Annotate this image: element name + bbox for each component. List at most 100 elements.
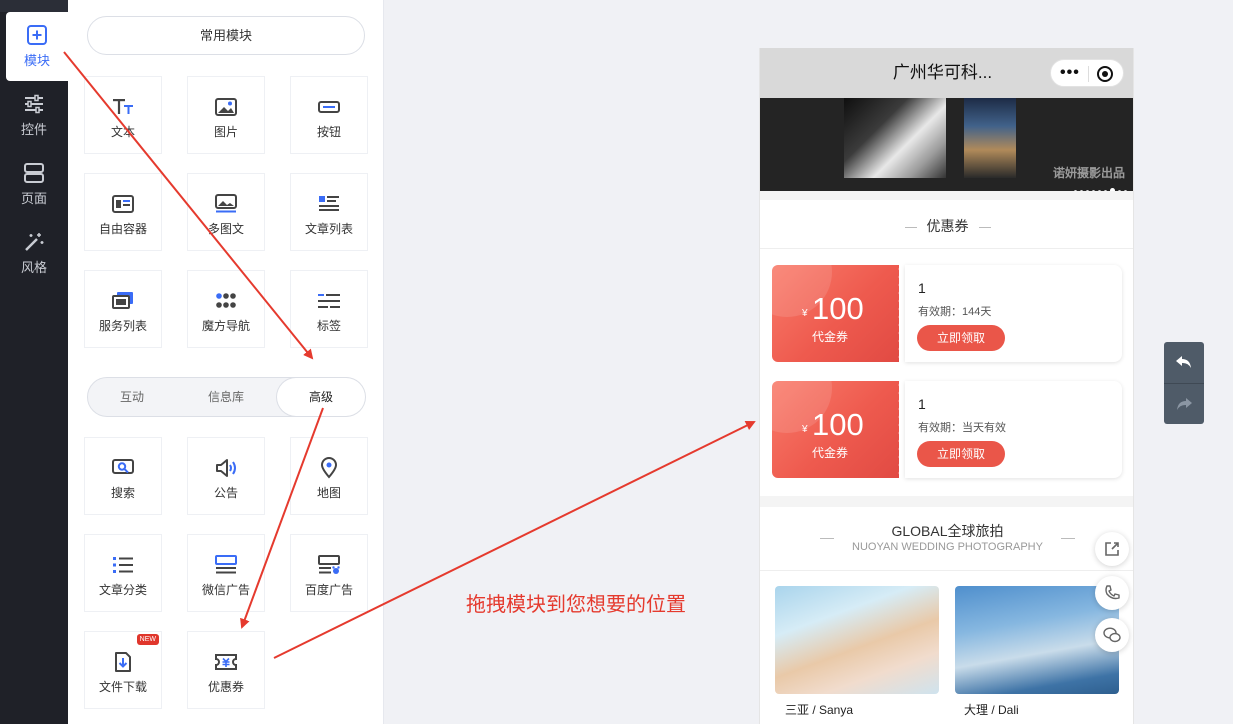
gallery-section: GLOBAL全球旅拍 NUOYAN WEDDING PHOTOGRAPHY 三亚… [760, 507, 1133, 724]
divider [760, 570, 1133, 571]
grid-nav-icon [216, 293, 236, 308]
coupon-validity: 有效期：144天 [918, 306, 992, 318]
sidebar-item-pages[interactable]: 页面 [0, 150, 68, 219]
article-list-icon [319, 196, 339, 211]
common-modules-button[interactable]: 常用模块 [87, 16, 365, 55]
phone-call-button[interactable] [1095, 576, 1129, 610]
sidebar-item-controls[interactable]: 控件 [0, 81, 68, 150]
carousel-dots [1071, 180, 1127, 191]
module-label: 魔方导航 [201, 319, 250, 333]
module-wechat-ad[interactable]: 微信广告 [187, 534, 265, 612]
undo-icon [1176, 356, 1191, 368]
coupon-section: 优惠券 ¥ 100 代金券 1 有效期：144天 立即领取 ¥ 100 代金券 … [760, 200, 1133, 496]
text-icon [113, 99, 133, 114]
wechat-ad-icon [215, 555, 237, 574]
coupon-section-title: 优惠券 [760, 216, 1133, 236]
module-tag[interactable]: 标签 [290, 270, 368, 348]
coupon-amount: 100 [812, 291, 864, 326]
module-panel: 常用模块 文本 图片 按钮 自由容器 多图文 文章列表 服务列表 魔方导航 标签… [68, 0, 384, 724]
module-file-download[interactable]: NEW 文件下载 [84, 631, 162, 709]
module-label: 文章分类 [98, 583, 147, 597]
module-label: 优惠券 [207, 680, 244, 694]
redo-button[interactable] [1164, 384, 1204, 425]
banner-carousel[interactable]: 诺妍摄影出品 [760, 98, 1133, 191]
module-image[interactable]: 图片 [187, 76, 265, 154]
coupon-info-panel: 1 有效期：144天 立即领取 [905, 265, 1122, 362]
claim-coupon-button[interactable]: 立即领取 [917, 325, 1005, 351]
coupon-info-panel: 1 有效期：当天有效 立即领取 [905, 381, 1122, 478]
sidebar-item-label: 模块 [23, 53, 50, 68]
gallery-caption: 三亚 / Sanya [785, 703, 854, 717]
sidebar-item-modules[interactable]: 模块 [6, 12, 68, 81]
module-label: 百度广告 [304, 583, 353, 597]
currency-symbol: ¥ [802, 424, 808, 435]
wechat-button[interactable] [1095, 618, 1129, 652]
container-icon [112, 195, 134, 213]
divider [760, 248, 1133, 249]
module-announcement[interactable]: 公告 [187, 437, 265, 515]
phone-header: 广州华可科... ••• [760, 48, 1133, 98]
gallery-photo-dali[interactable] [955, 586, 1119, 694]
module-free-container[interactable]: 自由容器 [84, 173, 162, 251]
phone-preview: 广州华可科... ••• 诺妍摄影出品 优惠券 ¥ 100 代金券 1 有效期：… [759, 48, 1134, 724]
magic-wand-icon [25, 233, 44, 251]
module-article-list[interactable]: 文章列表 [290, 173, 368, 251]
tab-advanced[interactable]: 高级 [277, 378, 365, 416]
undo-button[interactable] [1164, 342, 1204, 383]
module-label: 文本 [110, 125, 135, 139]
module-label: 服务列表 [98, 319, 147, 333]
module-text[interactable]: 文本 [84, 76, 162, 154]
module-baidu-ad[interactable]: 百度广告 [290, 534, 368, 612]
currency-symbol: ¥ [802, 308, 808, 319]
tab-interactive[interactable]: 互动 [88, 378, 176, 416]
share-button[interactable] [1095, 532, 1129, 566]
announcement-icon [216, 459, 236, 477]
coupon-amount: 100 [812, 407, 864, 442]
phone-icon [1105, 585, 1120, 600]
search-icon [112, 459, 134, 474]
module-category-tabs: 互动 信息库 高级 [87, 377, 365, 417]
module-service-list[interactable]: 服务列表 [84, 270, 162, 348]
rail-top-strip [0, 0, 68, 12]
file-download-icon [115, 652, 131, 672]
module-label: 自由容器 [98, 222, 147, 236]
more-icon[interactable]: ••• [1060, 64, 1080, 82]
coupon-type: 代金券 [812, 446, 849, 460]
module-grid-nav[interactable]: 魔方导航 [187, 270, 265, 348]
module-label: 搜索 [110, 486, 135, 500]
map-pin-icon [320, 457, 338, 479]
tab-info-library[interactable]: 信息库 [182, 378, 270, 416]
gallery-subtitle: NUOYAN WEDDING PHOTOGRAPHY [852, 541, 1043, 553]
coupon-icon [215, 654, 237, 670]
service-list-icon [112, 292, 133, 309]
module-label: 图片 [213, 125, 238, 139]
share-icon [1105, 542, 1119, 556]
module-multi-image[interactable]: 多图文 [187, 173, 265, 251]
close-target-icon[interactable] [1097, 66, 1113, 82]
title-rule [1061, 538, 1075, 539]
plus-square-icon [27, 25, 47, 45]
module-search[interactable]: 搜索 [84, 437, 162, 515]
claim-coupon-button[interactable]: 立即领取 [917, 441, 1005, 467]
module-label: 按钮 [316, 125, 341, 139]
coupon-name: 1 [918, 396, 926, 412]
wechat-icon [1103, 627, 1121, 643]
module-button[interactable]: 按钮 [290, 76, 368, 154]
sidebar-item-style[interactable]: 风格 [0, 219, 68, 288]
history-controls [1164, 342, 1204, 424]
multi-image-icon [215, 194, 237, 213]
tag-icon [318, 294, 340, 308]
button-icon [318, 101, 340, 113]
new-badge: NEW [136, 634, 159, 645]
module-label: 文章列表 [304, 222, 353, 236]
coupon-card: ¥ 100 代金券 1 有效期：144天 立即领取 [772, 265, 1122, 362]
module-map[interactable]: 地图 [290, 437, 368, 515]
image-icon [215, 98, 237, 116]
coupon-type: 代金券 [812, 330, 849, 344]
coupon-value-panel: ¥ 100 代金券 [772, 381, 899, 478]
module-coupon[interactable]: 优惠券 [187, 631, 265, 709]
gallery-title: GLOBAL全球旅拍 [891, 523, 1004, 539]
gallery-photo-sanya[interactable] [775, 586, 939, 694]
module-article-category[interactable]: 文章分类 [84, 534, 162, 612]
coupon-validity: 有效期：当天有效 [918, 422, 1006, 434]
